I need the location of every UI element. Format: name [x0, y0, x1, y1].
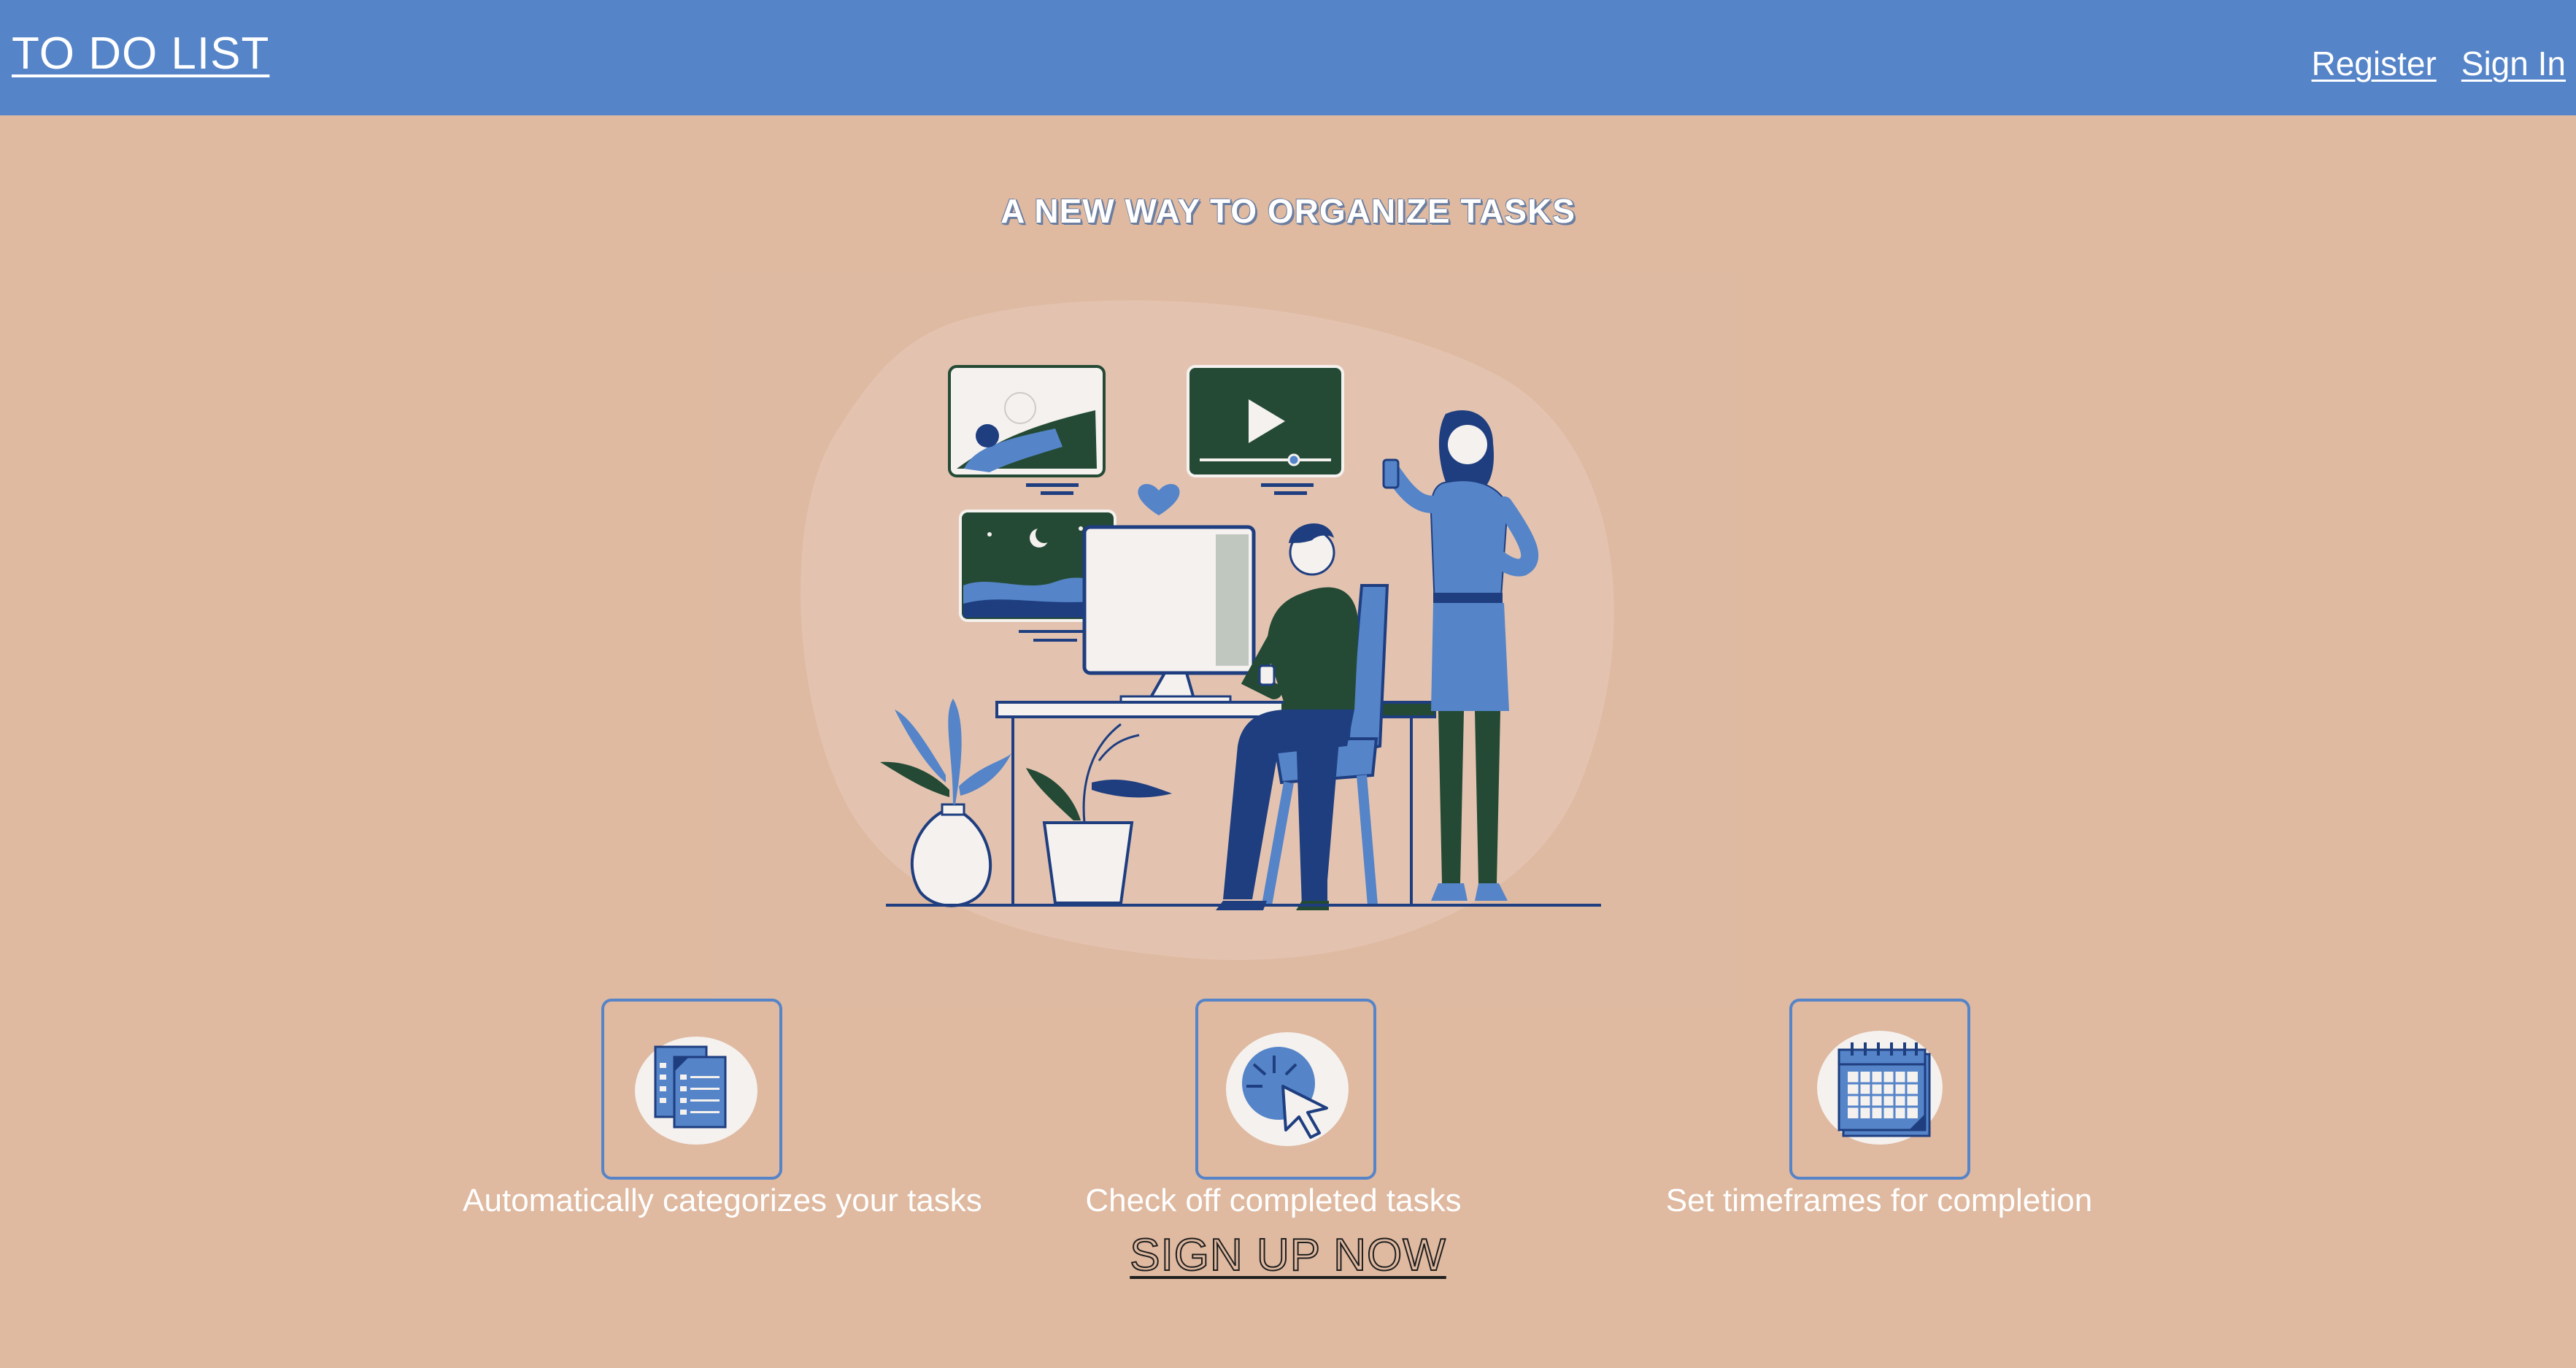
feature-timeframes-caption: Set timeframes for completion	[1665, 1183, 2093, 1218]
page-headline: A NEW WAY TO ORGANIZE TASKS	[1000, 192, 1576, 230]
feature-check-off-caption: Check off completed tasks	[1085, 1183, 1462, 1218]
cta-container: SIGN UP NOW	[0, 1229, 2576, 1281]
video-player-icon	[1187, 365, 1344, 495]
sign-up-now-link[interactable]: SIGN UP NOW	[1129, 1229, 1446, 1281]
top-navbar: TO DO LIST Register Sign In	[0, 0, 2576, 115]
sign-in-link[interactable]: Sign In	[2461, 44, 2566, 83]
register-link[interactable]: Register	[2311, 44, 2436, 83]
photo-frame-icon	[948, 365, 1106, 495]
brand-logo-link[interactable]: TO DO LIST	[12, 28, 269, 80]
click-cursor-icon	[1226, 1032, 1349, 1146]
documents-icon	[635, 1037, 757, 1145]
person-at-desk-illustration	[712, 272, 1741, 1009]
feature-check-off-card[interactable]	[1195, 999, 1376, 1180]
nav-links: Register Sign In	[2311, 44, 2566, 83]
calendar-icon	[1817, 1031, 1943, 1145]
feature-categorize-card[interactable]	[601, 999, 782, 1180]
feature-timeframes-card[interactable]	[1789, 999, 1970, 1180]
